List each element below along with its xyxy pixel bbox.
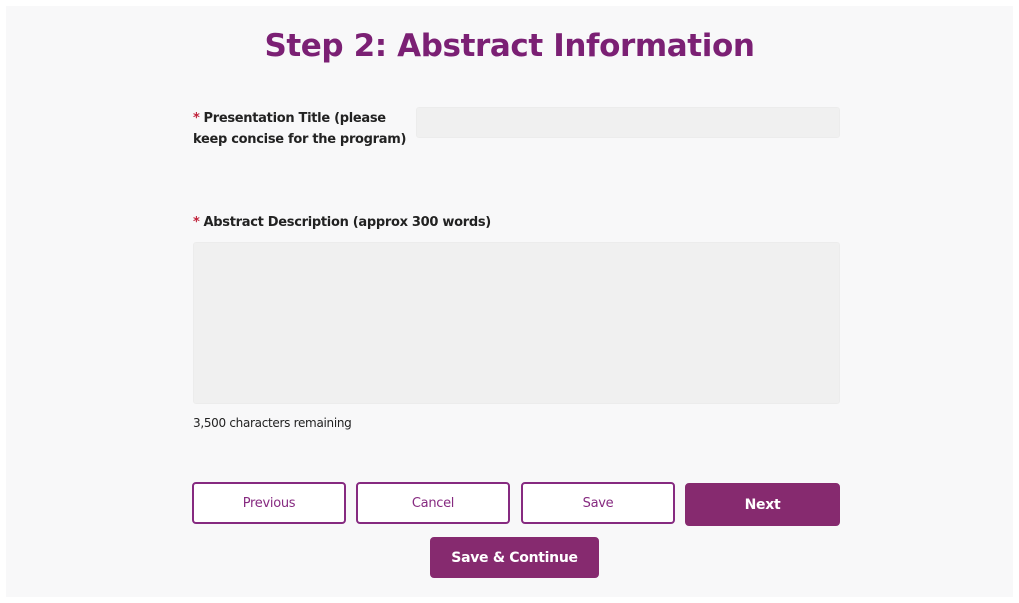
abstract-description-label-text: Abstract Description (approx 300 words) xyxy=(203,215,492,230)
save-button[interactable]: Save xyxy=(521,482,675,524)
previous-button[interactable]: Previous xyxy=(192,482,346,524)
abstract-description-textarea[interactable] xyxy=(193,242,840,404)
page-title: Step 2: Abstract Information xyxy=(264,28,755,64)
characters-remaining: 3,500 characters remaining xyxy=(193,416,352,430)
presentation-title-input[interactable] xyxy=(416,107,840,138)
presentation-title-label: * Presentation Title (please keep concise… xyxy=(193,108,411,150)
next-button[interactable]: Next xyxy=(685,483,840,526)
save-and-continue-button[interactable]: Save & Continue xyxy=(430,537,599,578)
presentation-title-label-text: Presentation Title (please keep concise … xyxy=(193,111,407,147)
cancel-button[interactable]: Cancel xyxy=(356,482,510,524)
required-marker: * xyxy=(193,111,200,126)
required-marker: * xyxy=(193,215,200,230)
abstract-description-label: * Abstract Description (approx 300 words) xyxy=(193,212,693,233)
